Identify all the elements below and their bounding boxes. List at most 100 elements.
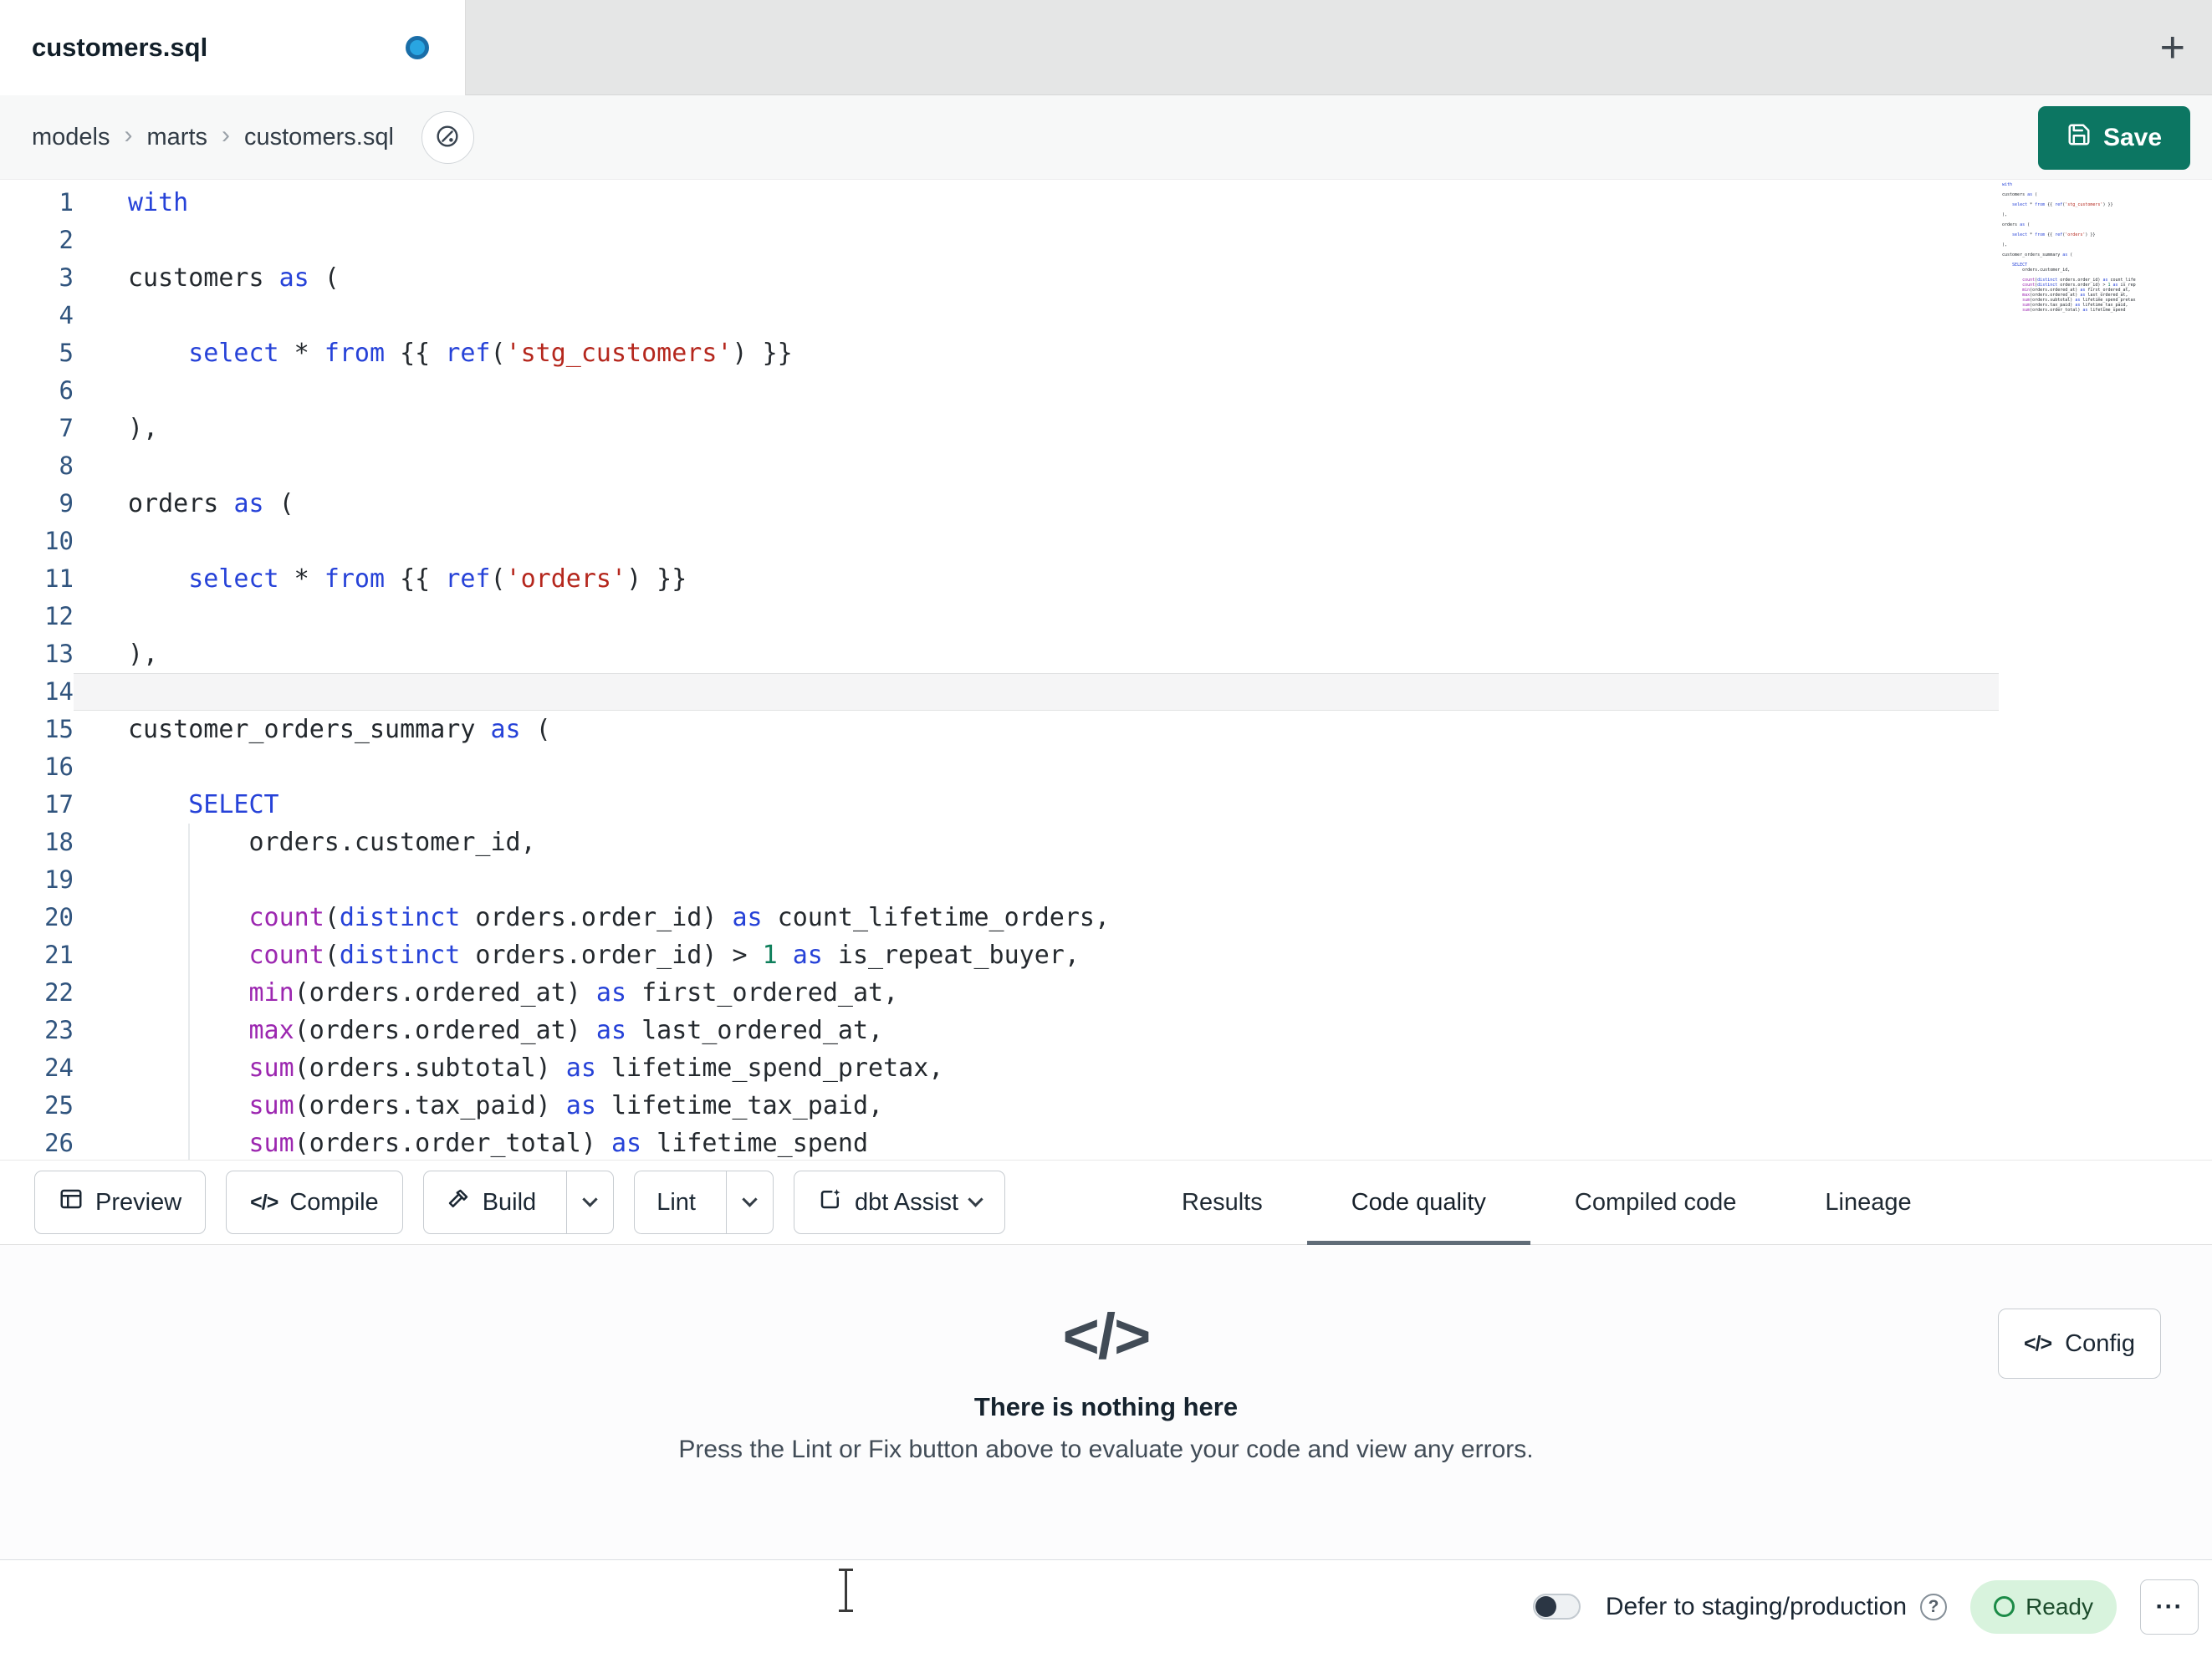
code-line-9[interactable]: 9 orders as ( (0, 485, 1999, 523)
tab-results[interactable]: Results (1137, 1161, 1307, 1244)
code-text: sum(orders.order_total) as lifetime_spen… (248, 1129, 869, 1158)
line-number[interactable]: 1 (0, 184, 74, 222)
line-number[interactable]: 10 (0, 523, 74, 560)
build-button[interactable]: Build (424, 1171, 555, 1233)
save-floppy-icon (2066, 122, 2092, 154)
build-label: Build (482, 1188, 537, 1216)
code-text: customers as ( (128, 263, 340, 293)
line-number[interactable]: 19 (0, 861, 74, 899)
code-line-11[interactable]: 11 select * from {{ ref('orders') }} (0, 560, 1999, 598)
unsaved-changes-dot-icon (406, 36, 429, 59)
line-number[interactable]: 24 (0, 1049, 74, 1087)
code-text: ), (128, 414, 159, 443)
line-number[interactable]: 12 (0, 598, 74, 635)
code-line-6[interactable]: 6 (0, 372, 1999, 410)
line-number[interactable]: 16 (0, 748, 74, 786)
copilot-button[interactable] (421, 110, 474, 164)
code-line-18[interactable]: 18 orders.customer_id, (0, 824, 1999, 861)
empty-state-title: There is nothing here (973, 1392, 1239, 1421)
code-line-13[interactable]: 13), (0, 635, 1999, 673)
code-line-19[interactable]: 19 (0, 861, 1999, 899)
line-number[interactable]: 23 (0, 1012, 74, 1049)
line-number[interactable]: 8 (0, 447, 74, 485)
code-line-5[interactable]: 5 select * from {{ ref('stg_customers') … (0, 334, 1999, 372)
dbt-assist-button[interactable]: dbt Assist (793, 1171, 1006, 1234)
code-line-15[interactable]: 15 customer_orders_summary as ( (0, 711, 1999, 748)
copilot-icon (434, 123, 461, 152)
code-line-3[interactable]: 3 customers as ( (0, 259, 1999, 297)
line-number[interactable]: 18 (0, 824, 74, 861)
line-number[interactable]: 2 (0, 222, 74, 259)
code-line-21[interactable]: 21 count(distinct orders.order_id) > 1 a… (0, 936, 1999, 974)
help-icon[interactable]: ? (1920, 1593, 1948, 1620)
compile-button[interactable]: </> Compile (226, 1171, 403, 1234)
line-number[interactable]: 17 (0, 786, 74, 824)
code-line-24[interactable]: 24 sum(orders.subtotal) as lifetime_spen… (0, 1049, 1999, 1087)
code-line-22[interactable]: 22 min(orders.ordered_at) as first_order… (0, 974, 1999, 1012)
code-line-1[interactable]: 1 with (0, 184, 1999, 222)
ellipsis-icon: ··· (2155, 1592, 2184, 1620)
build-dropdown-button[interactable] (566, 1171, 613, 1233)
line-number[interactable]: 7 (0, 410, 74, 447)
line-number[interactable]: 14 (0, 673, 74, 711)
code-line-20[interactable]: 20 count(distinct orders.order_id) as co… (0, 899, 1999, 936)
defer-label: Defer to staging/production (1605, 1592, 1908, 1620)
line-number[interactable]: 9 (0, 485, 74, 523)
line-number[interactable]: 20 (0, 899, 74, 936)
ready-label: Ready (2026, 1593, 2093, 1620)
code-editor[interactable]: 1 with 2 3 customers as (4 5 select * from {{… (0, 180, 2212, 1160)
lint-button[interactable]: Lint (635, 1171, 714, 1233)
breadcrumb-customers-sql[interactable]: customers.sql (244, 124, 394, 151)
tab-code-quality[interactable]: Code quality (1306, 1161, 1531, 1245)
more-options-button[interactable]: ··· (2140, 1579, 2199, 1635)
line-number[interactable]: 4 (0, 297, 74, 334)
code-line-14[interactable]: 14 (0, 673, 1999, 711)
line-number[interactable]: 5 (0, 334, 74, 372)
breadcrumb-marts[interactable]: marts (147, 124, 208, 151)
line-number[interactable]: 26 (0, 1125, 74, 1160)
new-tab-button[interactable]: + (2147, 0, 2199, 95)
line-number[interactable]: 15 (0, 711, 74, 748)
line-number[interactable]: 21 (0, 936, 74, 974)
dbt-assist-label: dbt Assist (854, 1188, 959, 1216)
code-line-16[interactable]: 16 (0, 748, 1999, 786)
code-line-23[interactable]: 23 max(orders.ordered_at) as last_ordere… (0, 1012, 1999, 1049)
code-line-4[interactable]: 4 (0, 297, 1999, 334)
code-line-26[interactable]: 26 sum(orders.order_total) as lifetime_s… (0, 1125, 1999, 1160)
save-button[interactable]: Save (2038, 106, 2190, 170)
sparkle-edit-icon (818, 1186, 843, 1218)
line-number[interactable]: 3 (0, 259, 74, 297)
question-mark: ? (1928, 1596, 1939, 1616)
tab-lineage[interactable]: Lineage (1780, 1161, 1955, 1244)
defer-toggle[interactable] (1532, 1594, 1581, 1620)
status-circle-icon (1994, 1596, 2015, 1617)
preview-button[interactable]: Preview (34, 1171, 207, 1234)
code-line-17[interactable]: 17 SELECT (0, 786, 1999, 824)
code-text: SELECT (188, 790, 279, 819)
save-button-label: Save (2102, 124, 2163, 151)
breadcrumb-models[interactable]: models (32, 124, 110, 151)
code-line-10[interactable]: 10 (0, 523, 1999, 560)
line-number[interactable]: 22 (0, 974, 74, 1012)
code-line-2[interactable]: 2 (0, 222, 1999, 259)
editor-toolbar: Preview </> Compile Build Lint dbt Assis… (0, 1160, 2212, 1245)
code-line-7[interactable]: 7), (0, 410, 1999, 447)
code-line-8[interactable]: 8 (0, 447, 1999, 485)
line-number[interactable]: 13 (0, 635, 74, 673)
code-line-12[interactable]: 12 (0, 598, 1999, 635)
line-number[interactable]: 25 (0, 1087, 74, 1125)
config-button[interactable]: </> Config (1998, 1309, 2161, 1379)
minimap[interactable]: with customers as ( select * from {{ ref(… (2002, 182, 2136, 313)
line-number[interactable]: 6 (0, 372, 74, 410)
lint-dropdown-button[interactable] (725, 1171, 773, 1233)
tab-compiled-code[interactable]: Compiled code (1530, 1161, 1780, 1244)
code-line-25[interactable]: 25 sum(orders.tax_paid) as lifetime_tax_… (0, 1087, 1999, 1125)
code-text: orders.customer_id, (128, 828, 536, 857)
tab-customers-sql[interactable]: customers.sql (0, 0, 466, 95)
line-number[interactable]: 11 (0, 560, 74, 598)
ready-status-badge[interactable]: Ready (1970, 1579, 2117, 1634)
